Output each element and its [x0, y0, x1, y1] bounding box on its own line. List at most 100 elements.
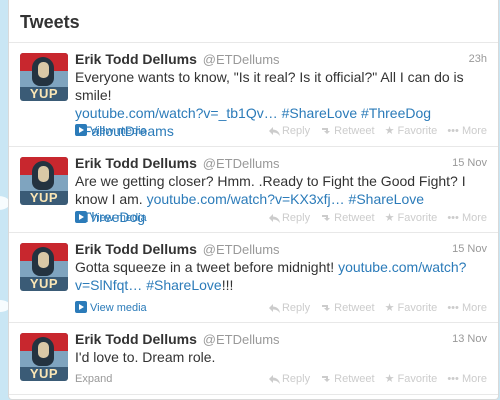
- tweet-link[interactable]: youtube.com/watch?v=KX3xfj…: [147, 191, 345, 207]
- tweet-actions: Reply Retweet ★ Favorite ••• More: [262, 210, 487, 226]
- retweet-label: Retweet: [334, 125, 375, 137]
- tweet-item[interactable]: YUP Erik Todd Dellums @ETDellums 23h Eve…: [9, 43, 498, 147]
- avatar-badge-text: YUP: [29, 86, 59, 101]
- tweets-header: Tweets: [9, 0, 498, 43]
- favorite-label: Favorite: [397, 125, 438, 137]
- view-media-button[interactable]: View media: [75, 211, 147, 224]
- tweet-text: I'd love to. Dream role.: [75, 348, 487, 366]
- more-button[interactable]: ••• More: [447, 302, 487, 314]
- view-media-button[interactable]: View media: [75, 301, 147, 314]
- author-handle[interactable]: @ETDellums: [203, 156, 280, 171]
- tweet-footer: View media Reply Retweet ★ Favorite ••• …: [75, 300, 487, 316]
- author-name[interactable]: Erik Todd Dellums: [75, 241, 197, 257]
- more-label: More: [461, 212, 487, 224]
- ellipsis-icon: •••: [447, 302, 462, 314]
- more-button[interactable]: ••• More: [447, 212, 487, 224]
- favorite-button[interactable]: ★ Favorite: [385, 373, 438, 385]
- tweet-text: Gotta squeeze in a tweet before midnight…: [75, 258, 487, 294]
- tweet-actions: Reply Retweet ★ Favorite ••• More: [262, 123, 487, 139]
- tweet-timestamp[interactable]: 15 Nov: [452, 155, 487, 171]
- avatar[interactable]: YUP: [20, 333, 68, 381]
- retweet-label: Retweet: [334, 212, 375, 224]
- tweet-item[interactable]: YUP Erik Todd Dellums @ETDellums 15 Nov …: [9, 233, 498, 323]
- tweets-panel: Tweets YUP Erik Todd Dellums @ETDellums …: [8, 0, 499, 400]
- ellipsis-icon: •••: [447, 373, 462, 385]
- tweet-header: Erik Todd Dellums @ETDellums 23h: [75, 51, 487, 67]
- avatar-badge-text: YUP: [29, 190, 59, 205]
- author-name[interactable]: Erik Todd Dellums: [75, 155, 197, 171]
- retweet-button[interactable]: Retweet: [320, 302, 375, 314]
- tweet-actions: Reply Retweet ★ Favorite ••• More: [262, 371, 487, 387]
- reply-icon: [268, 214, 280, 223]
- reply-icon: [268, 127, 280, 136]
- tweet-item[interactable]: YUP Erik Todd Dellums @ETDellums 15 Nov …: [9, 147, 498, 233]
- tweet-hashtags[interactable]: #ShareLove: [146, 277, 222, 293]
- retweet-label: Retweet: [334, 302, 375, 314]
- avatar[interactable]: YUP: [20, 157, 68, 205]
- retweet-label: Retweet: [334, 373, 375, 385]
- tweet-footer: Expand Reply Retweet ★ Favorite ••• More: [75, 371, 487, 387]
- tweet-header: Erik Todd Dellums @ETDellums 15 Nov: [75, 155, 487, 171]
- star-icon: ★: [384, 373, 398, 385]
- reply-button[interactable]: Reply: [268, 125, 310, 137]
- view-media-label: View media: [90, 125, 147, 137]
- reply-label: Reply: [281, 373, 311, 385]
- view-media-label: View media: [90, 302, 147, 314]
- ellipsis-icon: •••: [447, 212, 462, 224]
- reply-label: Reply: [281, 302, 311, 314]
- retweet-button[interactable]: Retweet: [320, 212, 375, 224]
- play-icon: [75, 124, 87, 136]
- tweet-hashtags[interactable]: #ShareLove #ThreeDog: [282, 105, 431, 121]
- favorite-label: Favorite: [397, 212, 438, 224]
- retweet-icon: [322, 376, 331, 382]
- more-button[interactable]: ••• More: [447, 125, 487, 137]
- retweet-icon: [322, 215, 331, 221]
- more-label: More: [461, 373, 487, 385]
- tweet-link[interactable]: youtube.com/watch?v=_tb1Qv…: [75, 105, 278, 121]
- favorite-button[interactable]: ★ Favorite: [385, 302, 438, 314]
- reply-icon: [268, 375, 280, 384]
- tweet-footer: View media Reply Retweet ★ Favorite ••• …: [75, 210, 487, 226]
- tweet-item[interactable]: YUP Erik Todd Dellums @ETDellums 13 Nov …: [9, 323, 498, 395]
- author-handle[interactable]: @ETDellums: [203, 52, 280, 67]
- reply-button[interactable]: Reply: [268, 302, 311, 314]
- tweet-footer: View media Reply Retweet ★ Favorite ••• …: [75, 123, 487, 139]
- avatar[interactable]: YUP: [20, 53, 68, 101]
- more-label: More: [461, 125, 487, 137]
- favorite-button[interactable]: ★ Favorite: [385, 212, 438, 224]
- reply-button[interactable]: Reply: [268, 373, 311, 385]
- tweet-text-content: Gotta squeeze in a tweet before midnight…: [75, 259, 335, 275]
- ellipsis-icon: •••: [447, 125, 462, 137]
- avatar-badge-text: YUP: [29, 366, 59, 381]
- favorite-label: Favorite: [397, 302, 438, 314]
- play-icon: [75, 301, 87, 313]
- more-button[interactable]: ••• More: [447, 373, 487, 385]
- favorite-button[interactable]: ★ Favorite: [385, 125, 438, 137]
- star-icon: ★: [384, 212, 398, 224]
- tweet-text-content: I'd love to. Dream role.: [75, 349, 216, 365]
- tweet-actions: Reply Retweet ★ Favorite ••• More: [262, 300, 487, 316]
- retweet-button[interactable]: Retweet: [320, 373, 375, 385]
- tweet-header: Erik Todd Dellums @ETDellums 15 Nov: [75, 241, 487, 257]
- avatar[interactable]: YUP: [20, 243, 68, 291]
- view-media-button[interactable]: View media: [75, 124, 147, 137]
- view-media-label: View media: [90, 212, 147, 224]
- author-name[interactable]: Erik Todd Dellums: [75, 331, 197, 347]
- reply-icon: [268, 304, 280, 313]
- reply-button[interactable]: Reply: [268, 212, 311, 224]
- tweet-header: Erik Todd Dellums @ETDellums 13 Nov: [75, 331, 487, 347]
- play-icon: [75, 211, 87, 223]
- avatar-badge-text: YUP: [29, 276, 59, 291]
- tweet-timestamp[interactable]: 13 Nov: [452, 331, 487, 347]
- author-handle[interactable]: @ETDellums: [203, 332, 280, 347]
- reply-label: Reply: [281, 212, 311, 224]
- author-handle[interactable]: @ETDellums: [203, 242, 280, 257]
- tweet-timestamp[interactable]: 23h: [469, 51, 487, 67]
- retweet-icon: [322, 305, 331, 311]
- retweet-button[interactable]: Retweet: [320, 125, 375, 137]
- tweet-text-content: Everyone wants to know, "Is it real? Is …: [75, 69, 464, 103]
- star-icon: ★: [384, 302, 398, 314]
- expand-button[interactable]: Expand: [75, 373, 112, 385]
- tweet-timestamp[interactable]: 15 Nov: [452, 241, 487, 257]
- author-name[interactable]: Erik Todd Dellums: [75, 51, 197, 67]
